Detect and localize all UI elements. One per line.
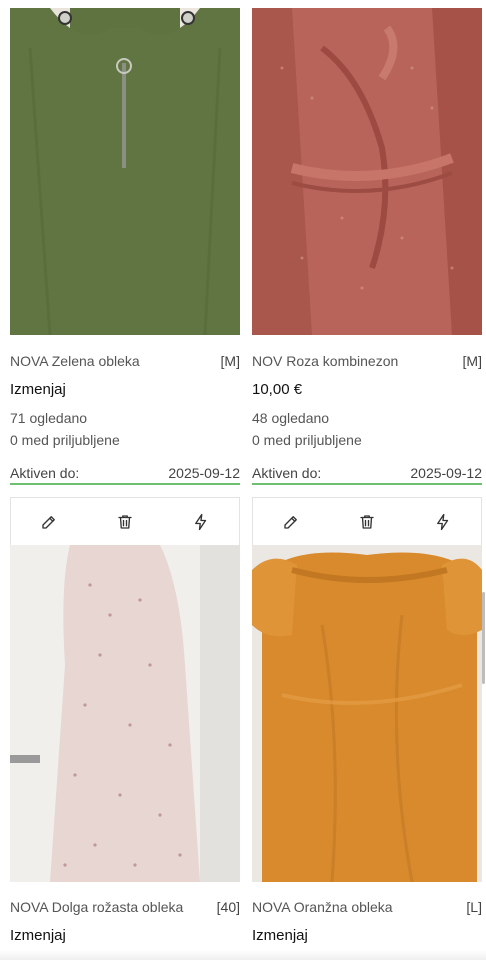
listing-favorites: 0 med priljubljene [252,432,362,448]
listing-title-row: NOVA Dolga rožasta obleka [40] [10,896,240,918]
listing-title[interactable]: NOVA Dolga rožasta obleka [10,899,183,915]
edit-button[interactable] [36,509,62,535]
listing-price: Izmenjaj [10,927,66,944]
listing-title-row: NOV Roza kombinezon [M] [252,350,482,372]
listing-views: 71 ogledano [10,410,88,426]
listing-price: 10,00 € [252,381,303,398]
active-until-date: 2025-09-12 [168,465,240,481]
listing-photo-pink-jumpsuit[interactable] [252,8,482,335]
listing-views: 48 ogledano [252,410,330,426]
lightning-icon [195,513,207,530]
listing-photo-floral-dress[interactable] [10,545,240,882]
listing-title[interactable]: NOV Roza kombinezon [252,353,398,369]
bottom-edge [0,950,486,960]
listing-size: [M] [462,353,482,369]
listing-active-until: Aktiven do: 2025-09-12 [10,463,240,485]
pencil-icon [284,515,297,529]
listing-photo-green-dress[interactable] [10,8,240,335]
boost-button[interactable] [430,509,456,535]
active-until-label: Aktiven do: [252,465,322,481]
lightning-icon [437,513,449,530]
listing-active-until: Aktiven do: 2025-09-12 [252,463,482,485]
vertical-scrollbar[interactable] [482,592,485,684]
listing-title[interactable]: NOVA Zelena obleka [10,353,140,369]
delete-button[interactable] [354,509,380,535]
active-until-label: Aktiven do: [10,465,80,481]
trash-icon [118,514,132,529]
listing-actions-bar [252,497,482,545]
listing-title[interactable]: NOVA Oranžna obleka [252,899,393,915]
listing-title-row: NOVA Oranžna obleka [L] [252,896,482,918]
delete-button[interactable] [112,509,138,535]
listings-grid: NOVA Zelena obleka [M] Izmenjaj 71 ogled… [0,0,486,960]
listing-size: [M] [220,353,240,369]
listing-size: [40] [216,899,240,915]
edit-button[interactable] [278,509,304,535]
listing-title-row: NOVA Zelena obleka [M] [10,350,240,372]
listing-price: Izmenjaj [10,381,66,398]
listing-actions-bar [10,497,240,545]
active-until-date: 2025-09-12 [410,465,482,481]
listing-photo-orange-dress[interactable] [252,545,482,882]
listing-size: [L] [466,899,482,915]
trash-icon [360,514,374,529]
pencil-icon [42,515,55,529]
listing-favorites: 0 med priljubljene [10,432,120,448]
boost-button[interactable] [188,509,214,535]
listing-price: Izmenjaj [252,927,308,944]
